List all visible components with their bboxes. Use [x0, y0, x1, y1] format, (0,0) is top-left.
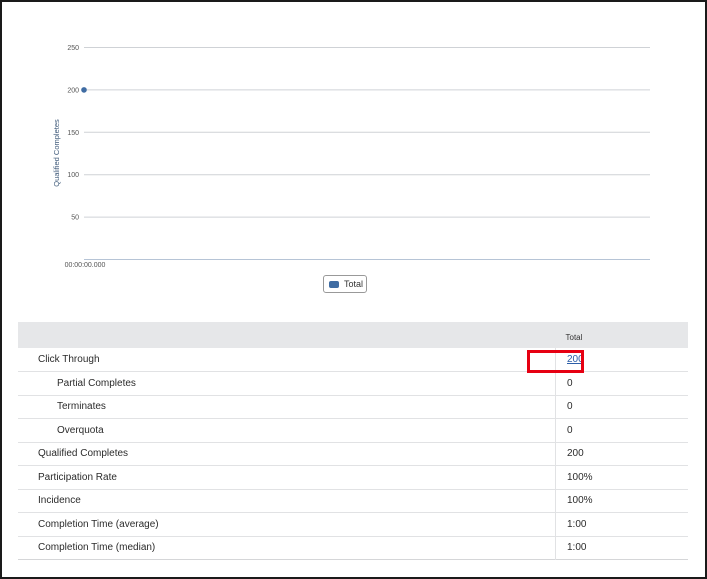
table-header-row: Total	[18, 322, 688, 348]
table-header-total: Total	[565, 333, 583, 342]
y-tick-label-50: 50	[71, 215, 79, 222]
y-tick-label-250: 250	[67, 45, 79, 52]
y-tick-label-200: 200	[67, 87, 79, 94]
table-row-completion-time-median: Completion Time (median) 1:00	[18, 536, 688, 560]
legend-item-total[interactable]: Total	[323, 275, 367, 293]
table-row-partial-completes: Partial Completes 0	[18, 371, 688, 395]
row-label: Overquota	[18, 418, 556, 442]
row-label: Participation Rate	[18, 465, 556, 489]
x-tick-label: 00:00:00.000	[65, 262, 106, 269]
table-row-completion-time-average: Completion Time (average) 1:00	[18, 512, 688, 536]
row-value: 1:00	[567, 542, 587, 554]
table-row-qualified-completes: Qualified Completes 200	[18, 442, 688, 466]
row-value: 0	[567, 377, 573, 389]
table-row-participation-rate: Participation Rate 100%	[18, 465, 688, 489]
row-value: 1:00	[567, 518, 587, 530]
row-label: Partial Completes	[18, 371, 556, 395]
row-value: 0	[567, 401, 573, 413]
row-value: 100%	[567, 471, 593, 483]
legend-label: Total	[344, 279, 364, 289]
row-label: Completion Time (median)	[18, 536, 556, 560]
click-through-link[interactable]: 200	[567, 354, 584, 365]
metrics-table: Total Click Through 200 Partial Complete…	[18, 322, 688, 560]
row-label: Completion Time (average)	[18, 512, 556, 536]
row-label: Terminates	[18, 395, 556, 419]
row-value: 200	[567, 448, 584, 460]
table-row-overquota: Overquota 0	[18, 418, 688, 442]
legend-swatch	[329, 280, 339, 288]
row-value: 100%	[567, 495, 593, 507]
y-axis-label: Qualified Completes	[52, 119, 61, 187]
line-chart: 50 100 150 200 250 00:00:00.000 Qualified Co…	[2, 2, 705, 302]
chart-canvas: 50 100 150 200 250 00:00:00.000 Qualified Co…	[52, 45, 650, 269]
y-tick-label-150: 150	[67, 130, 79, 137]
data-point-total-0[interactable]	[81, 87, 87, 93]
y-tick-label-100: 100	[67, 172, 79, 179]
table-header-blank	[18, 322, 556, 348]
table-row-click-through: Click Through 200	[18, 348, 688, 372]
row-label: Click Through	[18, 348, 556, 372]
row-label: Incidence	[18, 489, 556, 513]
report-panel: 50 100 150 200 250 00:00:00.000 Qualified Co…	[0, 0, 707, 579]
row-label: Qualified Completes	[18, 442, 556, 466]
table-row-incidence: Incidence 100%	[18, 489, 688, 513]
row-value: 0	[567, 424, 573, 436]
table-row-terminates: Terminates 0	[18, 395, 688, 419]
